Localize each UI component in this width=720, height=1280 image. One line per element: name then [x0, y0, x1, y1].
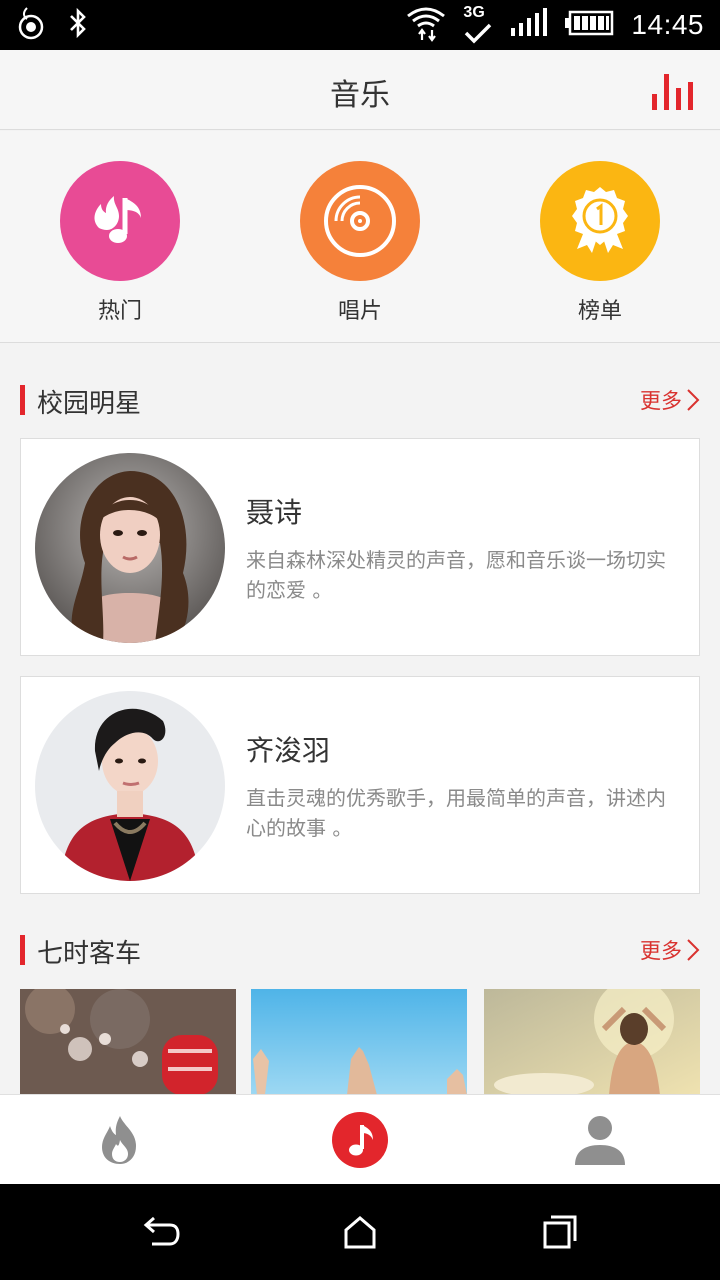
- artist-card[interactable]: 聂诗 来自森林深处精灵的声音，愿和音乐谈一场切实的恋爱 。: [20, 438, 700, 656]
- chevron-right-icon: [687, 389, 700, 411]
- music-fire-icon: [60, 161, 180, 281]
- title-bar: 音乐: [0, 50, 720, 130]
- system-nav-bar: [0, 1184, 720, 1280]
- wifi-icon: [405, 4, 447, 46]
- playlist-thumbnail[interactable]: [20, 989, 236, 1095]
- artist-name: 聂诗: [246, 496, 303, 529]
- more-link-campus[interactable]: 更多: [640, 385, 700, 415]
- artist-card[interactable]: 齐浚羽 直击灵魂的优秀歌手，用最简单的声音，讲述内心的故事 。: [20, 676, 700, 894]
- clock: 14:45: [631, 9, 704, 40]
- screen: 3G 14:45 音乐 热门 唱片 榜单 校园明星 更多 聂诗 来自森林深处精灵…: [0, 0, 720, 1280]
- award-badge-icon: [540, 161, 660, 281]
- category-chart[interactable]: 榜单: [540, 161, 660, 325]
- artist-avatar: [35, 691, 225, 881]
- artist-description: 直击灵魂的优秀歌手，用最简单的声音，讲述内心的故事 。: [246, 786, 666, 840]
- tab-profile[interactable]: [480, 1095, 720, 1185]
- playlist-thumbnail[interactable]: [251, 989, 467, 1095]
- section-header-seven: 七时客车 更多: [20, 933, 700, 969]
- category-label: 唱片: [337, 299, 382, 324]
- home-button[interactable]: [330, 1212, 390, 1252]
- flame-icon: [102, 1116, 136, 1164]
- section-accent-bar: [20, 385, 25, 415]
- page-title: 音乐: [330, 78, 390, 113]
- section-accent-bar: [20, 935, 25, 965]
- back-button[interactable]: [130, 1212, 190, 1252]
- now-playing-equalizer-icon[interactable]: [650, 70, 700, 110]
- more-link-seven[interactable]: 更多: [640, 935, 700, 965]
- signal-icon: [509, 8, 549, 42]
- category-album[interactable]: 唱片: [300, 161, 420, 325]
- category-row: 热门 唱片 榜单: [0, 131, 720, 343]
- music-note-icon: [332, 1112, 388, 1168]
- section-header-campus: 校园明星 更多: [20, 383, 700, 419]
- playlist-thumbnails: [20, 989, 700, 1095]
- user-icon: [575, 1116, 625, 1165]
- recent-apps-icon: [543, 1215, 577, 1249]
- status-bar: 3G 14:45: [0, 0, 720, 50]
- app-notification-icon: [16, 5, 46, 45]
- home-icon: [344, 1216, 376, 1249]
- recent-apps-button[interactable]: [530, 1212, 590, 1252]
- bottom-tab-bar: [0, 1094, 720, 1184]
- section-title: 七时客车: [37, 939, 142, 969]
- vinyl-disc-icon: [300, 161, 420, 281]
- artist-avatar: [35, 453, 225, 643]
- playlist-thumbnail[interactable]: [484, 989, 700, 1095]
- back-icon: [143, 1216, 180, 1246]
- category-label: 热门: [97, 299, 142, 324]
- artist-name: 齐浚羽: [246, 734, 331, 767]
- tab-hot[interactable]: [0, 1095, 240, 1185]
- tab-music[interactable]: [240, 1095, 480, 1185]
- more-label: 更多: [640, 939, 682, 963]
- more-label: 更多: [640, 389, 682, 413]
- category-hot[interactable]: 热门: [60, 161, 180, 325]
- section-title: 校园明星: [37, 389, 142, 419]
- network-3g-icon: 3G: [463, 4, 493, 44]
- artist-description: 来自森林深处精灵的声音，愿和音乐谈一场切实的恋爱 。: [246, 548, 666, 602]
- chevron-right-icon: [687, 939, 700, 961]
- bluetooth-icon: [68, 7, 88, 43]
- category-label: 榜单: [577, 299, 622, 324]
- battery-icon: [565, 10, 615, 40]
